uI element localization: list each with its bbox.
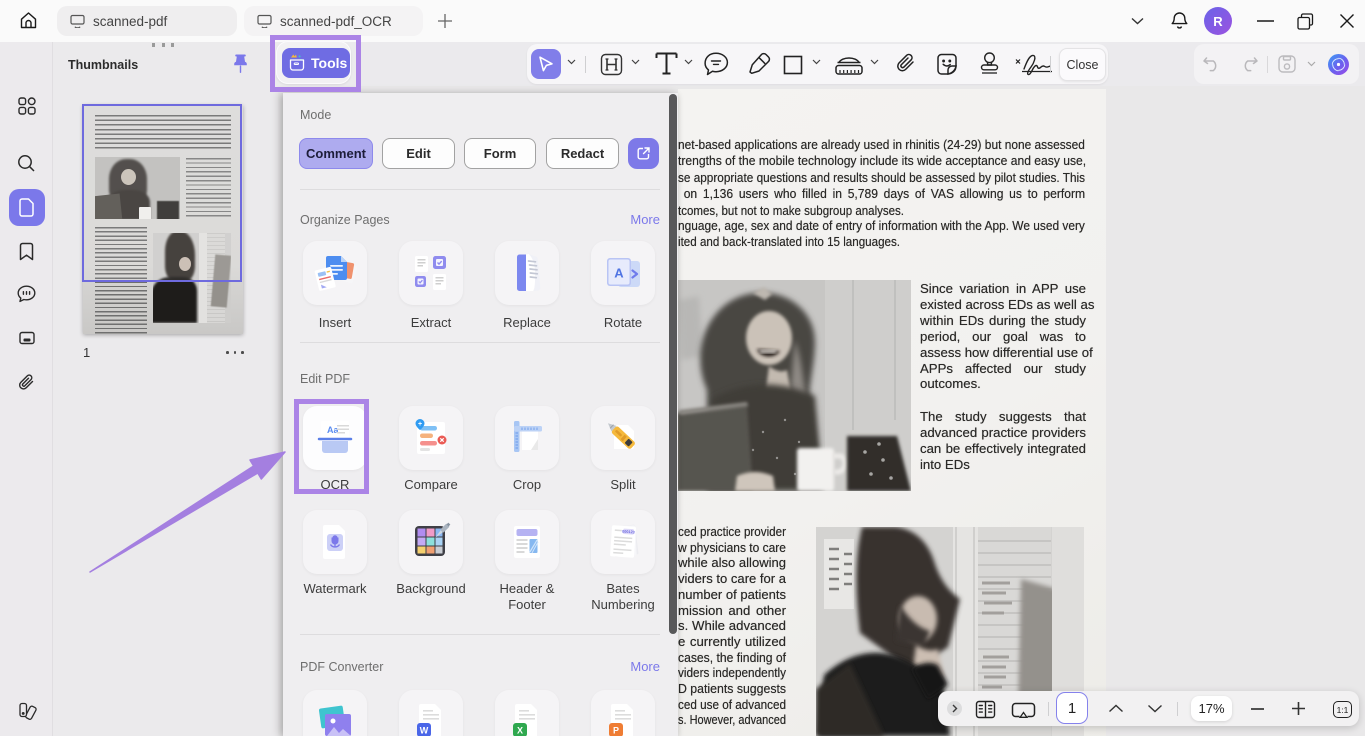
svg-text:W: W — [420, 726, 429, 736]
svg-text:X: X — [517, 726, 523, 736]
svg-text:P: P — [613, 726, 619, 736]
svg-text:A: A — [614, 266, 624, 281]
svg-text:+: + — [418, 421, 422, 428]
